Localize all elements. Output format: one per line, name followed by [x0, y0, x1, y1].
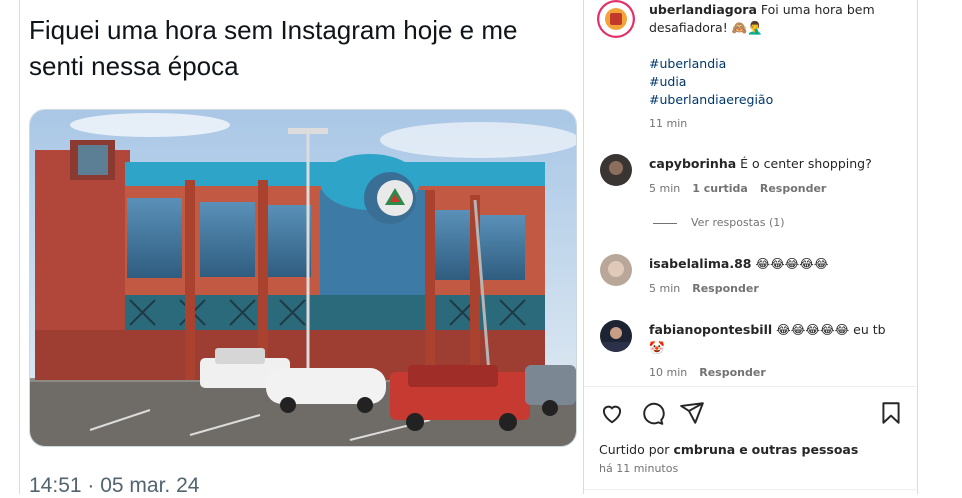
comment-avatar[interactable] [600, 254, 632, 286]
panel-right-border [917, 0, 918, 494]
caption-username[interactable]: uberlandiagora [649, 2, 757, 17]
reply-button[interactable]: Responder [692, 282, 759, 295]
comment-time[interactable]: 5 min [649, 182, 680, 195]
likes-joiner: e [739, 442, 748, 457]
comment: capyborinha É o center shopping? [649, 155, 899, 173]
liked-by-others[interactable]: outras pessoas [752, 442, 859, 457]
comment-username[interactable]: fabianopontesbill [649, 322, 772, 337]
tweet-timestamp: 14:51 · 05 mar. 24 [29, 474, 200, 497]
comments-panel: uberlandiagora Foi uma hora bem desafiad… [584, 0, 917, 494]
reply-button[interactable]: Responder [699, 366, 766, 379]
comment-text: 😂😂😂😂😂 [755, 256, 829, 271]
hashtag-uberlandia[interactable]: #uberlandia [649, 55, 899, 73]
liked-by-user[interactable]: cmbruna [673, 442, 735, 457]
comment-username[interactable]: capyborinha [649, 156, 736, 171]
comment-meta: 5 min 1 curtida Responder [649, 182, 838, 195]
comment-meta: 10 min Responder [649, 366, 778, 379]
view-replies-button[interactable]: Ver respostas (1) [653, 216, 785, 229]
view-replies-line [653, 222, 677, 224]
view-replies-label: Ver respostas (1) [691, 216, 785, 229]
caption-meta: 11 min [649, 117, 699, 130]
share-icon[interactable] [679, 400, 705, 426]
tweet-photo [29, 109, 577, 447]
comment-text: É o center shopping? [740, 156, 872, 171]
comment-avatar[interactable] [600, 320, 632, 352]
likes-prefix: Curtido por [599, 442, 670, 457]
footer-divider [584, 489, 917, 490]
caption: uberlandiagora Foi uma hora bem desafiad… [649, 1, 899, 109]
comment-like-count[interactable]: 1 curtida [692, 182, 748, 195]
bookmark-icon[interactable] [878, 400, 904, 426]
comment: isabelalima.88 😂😂😂😂😂 [649, 255, 899, 273]
heart-icon[interactable] [599, 400, 625, 426]
comment-time[interactable]: 5 min [649, 282, 680, 295]
caption-time[interactable]: 11 min [649, 117, 687, 130]
tweet-text: Fiquei uma hora sem Instagram hoje e me … [29, 15, 518, 81]
post-time[interactable]: há 11 minutos [599, 462, 678, 475]
comment-avatar[interactable] [600, 154, 632, 186]
comments-divider [584, 386, 917, 387]
comment-meta: 5 min Responder [649, 282, 771, 295]
post-media: Fiquei uma hora sem Instagram hoje e me … [0, 0, 583, 497]
reply-button[interactable]: Responder [760, 182, 827, 195]
comment: fabianopontesbill 😂😂😂😂😂 eu tb 🤡 [649, 321, 899, 357]
hashtag-uberlandiaeregiao[interactable]: #uberlandiaeregião [649, 91, 899, 109]
post-media-border [19, 0, 20, 494]
comment-icon[interactable] [639, 400, 665, 426]
hashtag-udia[interactable]: #udia [649, 73, 899, 91]
comment-time[interactable]: 10 min [649, 366, 687, 379]
caption-avatar[interactable] [597, 0, 635, 38]
likes-summary: Curtido por cmbruna e outras pessoas [599, 442, 858, 457]
action-bar [599, 400, 904, 426]
comment-username[interactable]: isabelalima.88 [649, 256, 751, 271]
